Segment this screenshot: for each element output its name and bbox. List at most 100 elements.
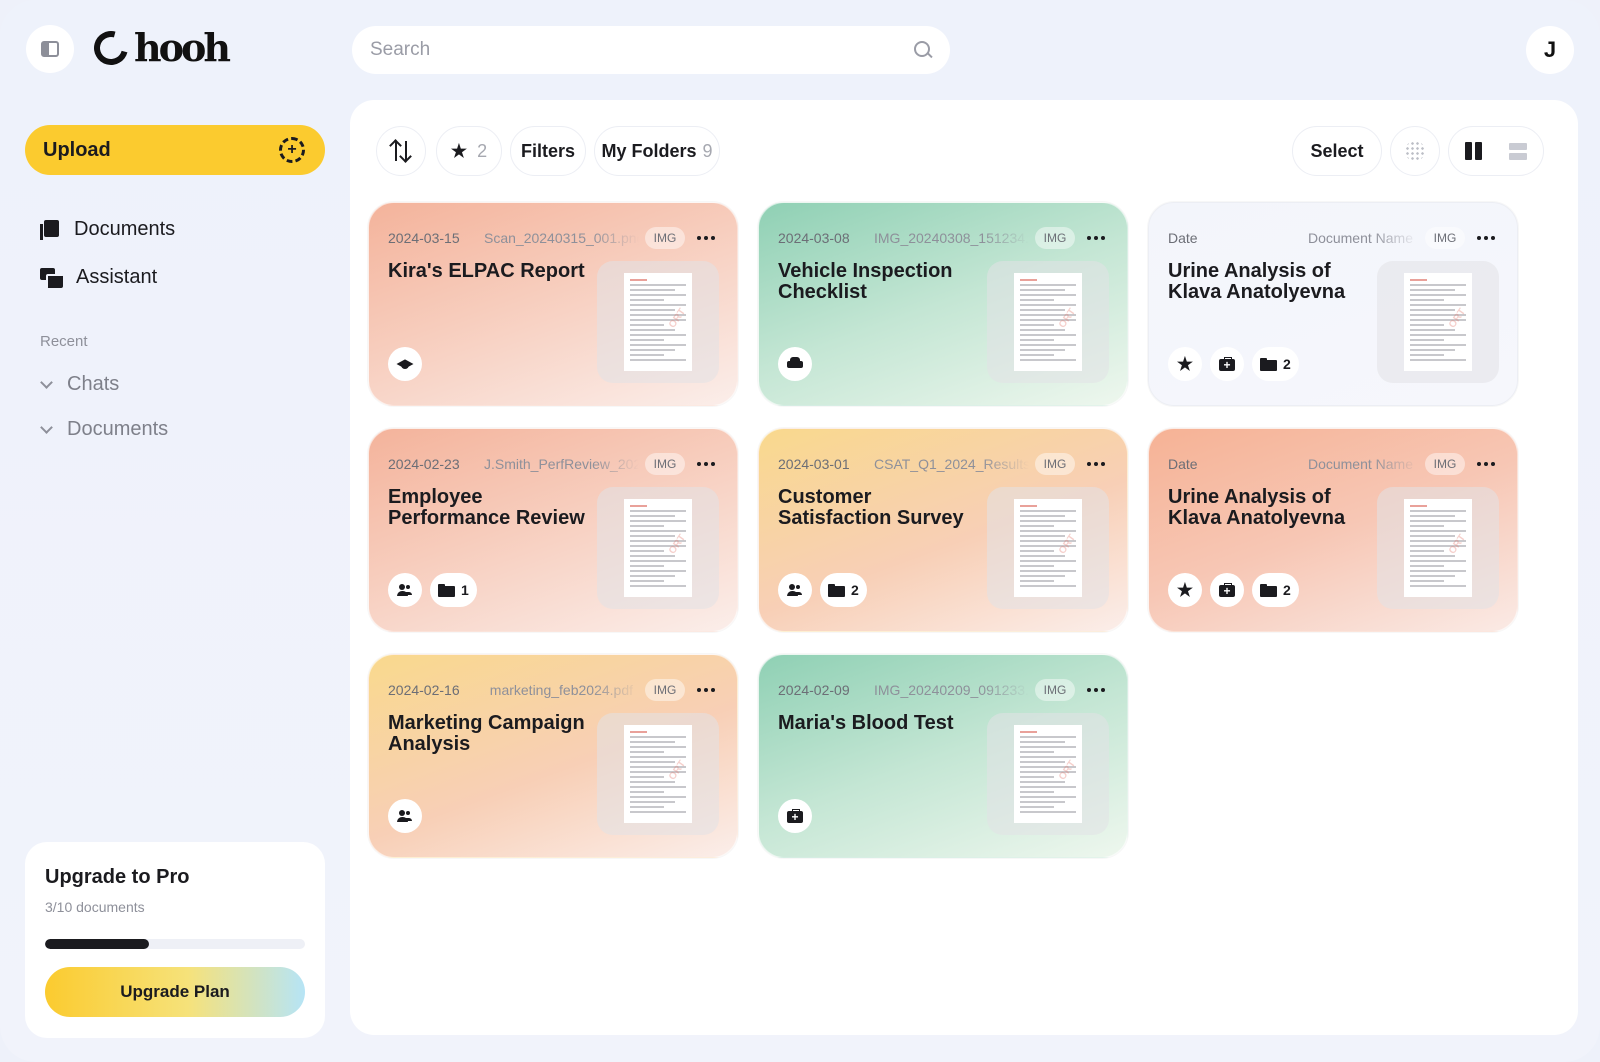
sidebar-item-assistant[interactable]: Assistant xyxy=(40,266,157,289)
chat-icon xyxy=(40,267,63,288)
card-tag[interactable] xyxy=(778,347,812,381)
document-card[interactable]: 2024-03-15 Scan_20240315_001.png IMG Kir… xyxy=(368,202,738,406)
card-filename: Document Name xyxy=(1307,456,1413,472)
upgrade-title: Upgrade to Pro xyxy=(45,866,190,888)
more-options-icon[interactable] xyxy=(1085,227,1107,249)
document-thumbnail: ORT xyxy=(597,713,719,835)
more-options-icon[interactable] xyxy=(695,679,717,701)
document-card[interactable]: Date Document Name IMG Urine Analysis of… xyxy=(1148,428,1518,632)
card-tag[interactable]: 1 xyxy=(430,573,477,607)
document-card[interactable]: Date Document Name IMG Urine Analysis of… xyxy=(1148,202,1518,406)
sort-button[interactable] xyxy=(376,126,426,176)
documents-panel: ★ 2 Filters My Folders 9 Select 2024-03-… xyxy=(350,100,1578,1035)
user-avatar[interactable]: J xyxy=(1526,26,1574,74)
sidebar-item-label: Assistant xyxy=(76,266,158,288)
upload-plus-icon: + xyxy=(279,137,305,163)
document-card[interactable]: 2024-03-01 CSAT_Q1_2024_Results.pdf IMG … xyxy=(758,428,1128,632)
tag-count: 2 xyxy=(851,582,859,598)
card-tags xyxy=(778,799,812,833)
sidebar-item-documents[interactable]: Documents xyxy=(40,218,175,241)
view-mode-toggle xyxy=(1448,126,1544,176)
card-tag[interactable] xyxy=(388,799,422,833)
document-thumbnail: ORT xyxy=(987,261,1109,383)
card-meta: 2024-02-23 J.Smith_PerfReview_2024.pdf I… xyxy=(388,453,717,475)
document-preview-page: ORT xyxy=(1404,499,1472,597)
card-filename: marketing_feb2024.pdf xyxy=(489,682,633,698)
document-card[interactable]: 2024-03-08 IMG_20240308_151234.jpg IMG V… xyxy=(758,202,1128,406)
card-filename: J.Smith_PerfReview_2024.pdf xyxy=(484,456,639,472)
card-date: 2024-02-16 xyxy=(388,682,460,698)
graduation-cap-icon xyxy=(396,358,414,370)
card-title: Urine Analysis of Klava Anatolyevna xyxy=(1168,486,1346,529)
card-date: 2024-03-15 xyxy=(388,230,460,246)
app-frame: hooh J Upload + Documents Assistant Rece… xyxy=(0,0,1600,1062)
card-tag[interactable]: ★ xyxy=(1168,573,1202,607)
sidebar-toggle-button[interactable] xyxy=(26,25,74,73)
usage-progress-bar xyxy=(45,939,305,949)
grid-view-icon[interactable] xyxy=(1465,142,1483,160)
upload-button[interactable]: Upload + xyxy=(25,125,325,175)
more-options-icon[interactable] xyxy=(695,453,717,475)
card-filename: CSAT_Q1_2024_Results.pdf xyxy=(874,456,1029,472)
dot-grid-icon xyxy=(1405,141,1425,161)
card-date: Date xyxy=(1168,230,1198,246)
search-input[interactable] xyxy=(370,39,914,61)
card-tag[interactable]: 2 xyxy=(820,573,867,607)
card-date: 2024-02-23 xyxy=(388,456,460,472)
card-tag[interactable] xyxy=(388,573,422,607)
document-preview-page: ORT xyxy=(624,499,692,597)
document-preview-page: ORT xyxy=(1014,499,1082,597)
density-button[interactable] xyxy=(1390,126,1440,176)
more-options-icon[interactable] xyxy=(1475,453,1497,475)
document-card[interactable]: 2024-02-09 IMG_20240209_091233.jpg IMG M… xyxy=(758,654,1128,858)
usage-progress-fill xyxy=(45,939,149,949)
list-view-icon[interactable] xyxy=(1508,142,1527,160)
document-thumbnail: ORT xyxy=(597,487,719,609)
starred-filter-button[interactable]: ★ 2 xyxy=(436,126,502,176)
my-folders-button[interactable]: My Folders 9 xyxy=(594,126,720,176)
file-type-badge: IMG xyxy=(645,453,685,475)
people-icon xyxy=(397,584,413,596)
card-date: Date xyxy=(1168,456,1198,472)
card-tag[interactable]: 2 xyxy=(1252,573,1299,607)
filters-button[interactable]: Filters xyxy=(510,126,586,176)
recent-documents-toggle[interactable]: Documents xyxy=(40,418,168,441)
card-meta: 2024-03-15 Scan_20240315_001.png IMG xyxy=(388,227,717,249)
document-card[interactable]: 2024-02-23 J.Smith_PerfReview_2024.pdf I… xyxy=(368,428,738,632)
card-tag[interactable] xyxy=(1210,573,1244,607)
upgrade-plan-button[interactable]: Upgrade Plan xyxy=(45,967,305,1017)
medical-kit-icon xyxy=(787,809,803,823)
card-tag[interactable] xyxy=(1210,347,1244,381)
more-options-icon[interactable] xyxy=(695,227,717,249)
more-options-icon[interactable] xyxy=(1475,227,1497,249)
more-options-icon[interactable] xyxy=(1085,453,1107,475)
card-tag[interactable] xyxy=(388,347,422,381)
card-title: Maria's Blood Test xyxy=(778,712,954,734)
card-tag[interactable]: ★ xyxy=(1168,347,1202,381)
document-thumbnail: ORT xyxy=(987,487,1109,609)
file-type-badge: IMG xyxy=(645,227,685,249)
car-icon xyxy=(787,357,803,371)
search-icon[interactable] xyxy=(914,41,932,59)
select-button[interactable]: Select xyxy=(1292,126,1382,176)
star-icon: ★ xyxy=(1176,580,1194,600)
search-bar[interactable] xyxy=(352,26,950,74)
card-tag[interactable] xyxy=(778,799,812,833)
document-thumbnail: ORT xyxy=(597,261,719,383)
card-filename: IMG_20240308_151234.jpg xyxy=(874,230,1029,246)
card-meta: 2024-03-01 CSAT_Q1_2024_Results.pdf IMG xyxy=(778,453,1107,475)
usage-count: 3/10 documents xyxy=(45,899,145,915)
card-tags xyxy=(388,799,422,833)
upgrade-card: Upgrade to Pro 3/10 documents Upgrade Pl… xyxy=(25,842,325,1038)
recent-section-label: Recent xyxy=(40,333,88,350)
card-title: Vehicle Inspection Checklist xyxy=(778,260,953,303)
file-type-badge: IMG xyxy=(645,679,685,701)
card-tag[interactable] xyxy=(778,573,812,607)
upload-button-label: Upload xyxy=(43,138,111,161)
sidebar-toggle-icon xyxy=(41,41,59,57)
more-options-icon[interactable] xyxy=(1085,679,1107,701)
recent-chats-toggle[interactable]: Chats xyxy=(40,373,119,396)
star-icon: ★ xyxy=(450,141,468,161)
document-card[interactable]: 2024-02-16 marketing_feb2024.pdf IMG Mar… xyxy=(368,654,738,858)
card-tag[interactable]: 2 xyxy=(1252,347,1299,381)
